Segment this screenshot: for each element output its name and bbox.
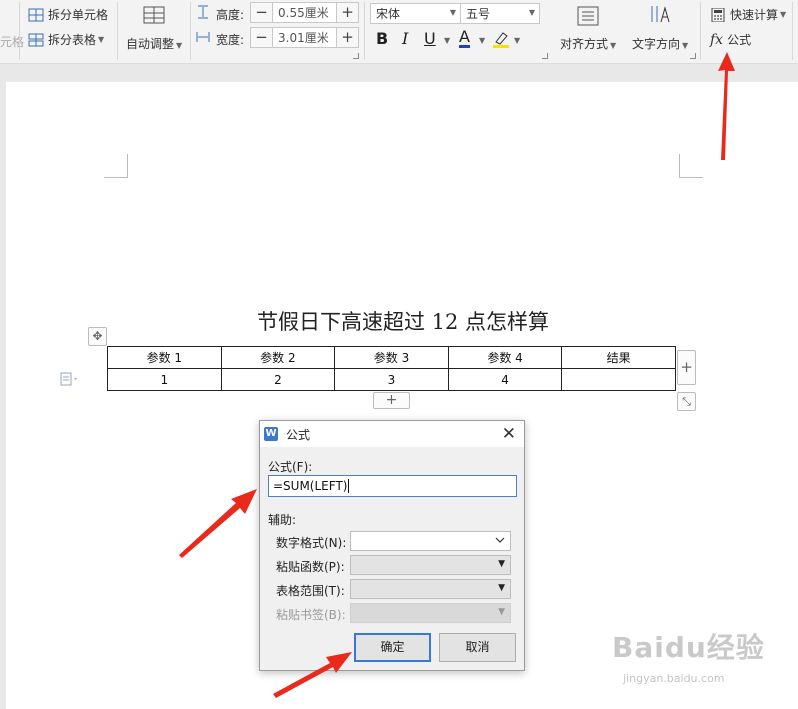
height-label: 高度: [216,8,245,22]
number-format-select[interactable] [350,531,511,551]
split-cell-button[interactable]: 拆分单元格 [28,6,108,23]
ribbon-partial-label: 元格 [0,35,25,49]
calculator-icon [710,7,726,22]
table-range-select[interactable]: ▼ [350,579,511,599]
paste-bookmark-label: 粘贴书签(B): [276,608,346,622]
dropdown-arrow-icon: ▼ [498,559,505,569]
width-value[interactable]: 3.01厘米 [273,29,336,46]
auto-adjust-label: 自动调整 [126,37,175,51]
align-button[interactable]: 对齐方式 ▼ [560,4,616,52]
paragraph-launcher-icon[interactable] [690,53,696,59]
height-decrease-button[interactable]: − [251,3,273,22]
ribbon-separator [117,2,118,60]
text-direction-label: 文字方向 [632,37,681,51]
text-direction-icon [647,4,673,31]
ribbon-separator [190,2,191,60]
font-size-value: 五号 [466,7,491,21]
formula-label: 公式 [727,33,752,47]
table-move-handle-icon[interactable]: ✥ [88,327,107,346]
height-value[interactable]: 0.55厘米 [273,4,336,21]
add-column-button[interactable]: + [677,350,696,385]
formula-field-label: 公式(F): [268,460,313,474]
table-cell[interactable]: 3 [334,368,449,391]
ribbon-separator [364,2,365,60]
dialog-title-bar[interactable]: W 公式 ✕ [260,421,524,447]
underline-button[interactable]: U [424,29,436,48]
bold-button[interactable]: B [376,29,388,48]
align-label: 对齐方式 [560,37,609,51]
width-icon [195,29,211,45]
formula-button[interactable]: fx 公式 [710,31,751,48]
formula-input-value: =SUM(LEFT) [273,479,348,493]
ok-button[interactable]: 确定 [354,633,431,662]
table-cell[interactable] [561,368,676,391]
table-cell[interactable]: 2 [220,368,336,391]
font-name-value: 宋体 [376,7,401,21]
width-increase-button[interactable]: + [336,28,358,47]
highlight-icon[interactable] [492,30,510,52]
margin-corner-top-left [104,154,128,178]
align-icon [575,4,601,31]
paste-function-label: 粘贴函数(P): [276,560,345,574]
font-size-select[interactable]: 五号 ▼ [460,3,540,24]
table-header-cell[interactable]: 参数 1 [107,346,222,369]
width-label: 宽度: [216,33,245,47]
auto-adjust-button[interactable]: 自动调整 ▼ [126,4,182,52]
width-decrease-button[interactable]: − [251,28,273,47]
ribbon-separator [700,2,701,60]
paragraph-menu-icon[interactable] [60,372,80,389]
height-increase-button[interactable]: + [336,3,358,22]
split-table-label: 拆分表格 [48,33,97,47]
table-header-cell[interactable]: 参数 3 [334,346,449,369]
formula-input[interactable]: =SUM(LEFT) [268,475,517,497]
data-table[interactable]: 参数 1 参数 2 参数 3 参数 4 结果 1 2 3 4 [107,346,676,391]
height-stepper[interactable]: − 0.55厘米 + [250,2,359,23]
split-table-button[interactable]: 拆分表格 ▼ [28,31,104,48]
baidu-watermark-logo: Baidu经验 [612,631,765,664]
fx-icon: fx [710,31,724,48]
number-format-label: 数字格式(N): [276,536,347,550]
baidu-watermark-url: jingyan.baidu.com [623,672,725,685]
formula-dialog: W 公式 ✕ 公式(F): =SUM(LEFT) 辅助: 数字格式(N): 粘贴… [259,420,525,671]
ribbon-separator [792,2,793,60]
font-launcher-icon[interactable] [542,53,548,59]
aux-section-label: 辅助: [268,513,297,527]
width-stepper[interactable]: − 3.01厘米 + [250,27,359,48]
ribbon-separator [19,2,20,60]
add-row-button[interactable]: + [373,392,410,409]
table-cell[interactable]: 1 [107,368,222,391]
paste-bookmark-select: ▼ [350,603,511,623]
cancel-button[interactable]: 取消 [439,633,516,662]
margin-corner-top-right [679,154,703,178]
split-cell-label: 拆分单元格 [48,8,109,22]
italic-button[interactable]: I [402,29,408,48]
paste-function-select[interactable]: ▼ [350,555,511,575]
document-title[interactable]: 节假日下高速超过 12 点怎样算 [0,306,798,336]
auto-adjust-icon [141,4,167,31]
font-name-select[interactable]: 宋体 ▼ [370,3,461,24]
cell-size-launcher-icon[interactable] [353,53,359,59]
dialog-title: 公式 [286,427,311,442]
text-direction-button[interactable]: 文字方向 ▼ [632,4,688,52]
table-range-label: 表格范围(T): [276,584,345,598]
table-resize-handle-icon[interactable]: ⤡ [677,392,696,411]
split-table-icon [28,33,44,47]
table-header-cell[interactable]: 参数 2 [220,346,336,369]
table-row: 1 2 3 4 [107,368,676,391]
wps-logo-icon: W [264,427,278,441]
dropdown-arrow-icon: ▼ [498,607,505,617]
table-header-row: 参数 1 参数 2 参数 3 参数 4 结果 [107,346,676,369]
table-header-cell[interactable]: 结果 [561,346,676,369]
close-icon[interactable]: ✕ [502,424,516,444]
split-cell-icon [28,8,44,22]
table-cell[interactable]: 4 [447,368,563,391]
chevron-down-icon [495,534,505,549]
table-header-cell[interactable]: 参数 4 [447,346,563,369]
quick-calc-button[interactable]: 快速计算 ▼ [710,6,786,23]
dropdown-arrow-icon: ▼ [498,583,505,593]
ribbon-toolbar: 元格 拆分单元格 拆分表格 ▼ 自动调整 ▼ 高度: − 0.55厘米 + 宽度:… [0,0,798,64]
font-color-button[interactable]: A [459,29,470,48]
height-icon [195,4,211,20]
quick-calc-label: 快速计算 [730,8,779,22]
